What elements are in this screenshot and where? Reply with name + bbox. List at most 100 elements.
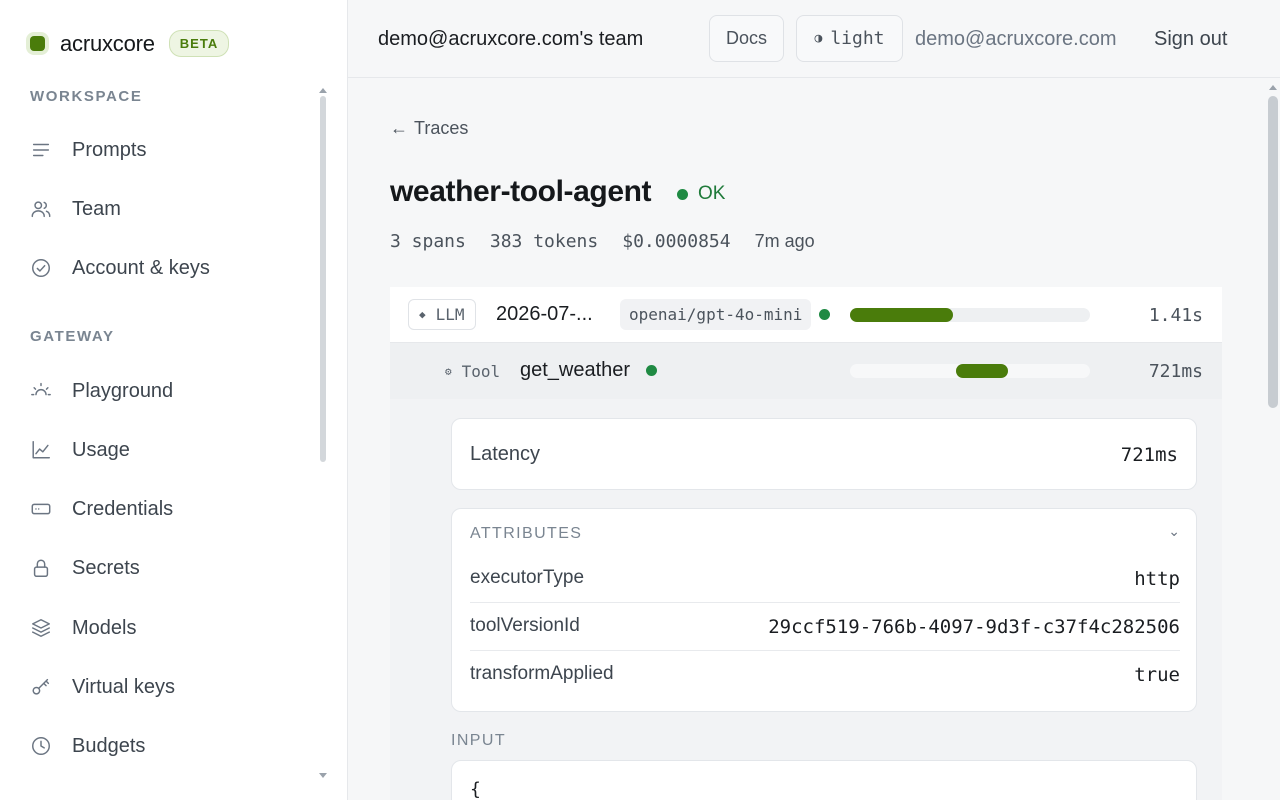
input-code-block: {	[451, 760, 1197, 800]
span-timeline-track	[850, 308, 1090, 322]
sidebar-scrollbar[interactable]	[320, 96, 326, 462]
team-name[interactable]: demo@acruxcore.com's team	[378, 28, 643, 51]
trace-detail: ← Traces weather-tool-agent OK 3 spans 3…	[348, 79, 1280, 800]
trace-meta: 3 spans 383 tokens $0.0000854 7m ago	[390, 231, 839, 252]
main-scroll-up-arrow[interactable]	[1269, 85, 1277, 90]
span-kind-label: Tool	[461, 362, 501, 381]
section-label-gateway: GATEWAY	[30, 328, 115, 345]
attribute-row: toolVersionId 29ccf519-766b-4097-9d3f-c3…	[470, 603, 1180, 651]
beta-badge: BETA	[168, 30, 230, 57]
status-badge: OK	[677, 183, 725, 205]
sidebar-item-usage[interactable]: Usage	[30, 428, 310, 472]
section-label-workspace: WORKSPACE	[30, 88, 143, 105]
brand-logo-icon	[30, 36, 45, 51]
theme-label: light	[830, 28, 885, 49]
attribute-value: http	[1134, 568, 1180, 590]
span-kind-label: LLM	[435, 305, 465, 324]
sidebar-item-label: Team	[72, 197, 121, 220]
theme-toggle-button[interactable]: ◑ light	[796, 15, 903, 62]
sun-icon	[31, 382, 51, 396]
sidebar-item-label: Models	[72, 616, 137, 639]
back-label: Traces	[414, 118, 469, 138]
attribute-key: executorType	[470, 567, 585, 588]
attribute-row: transformApplied true	[470, 651, 1180, 699]
main-scrollbar[interactable]	[1268, 96, 1278, 408]
span-kind-badge: ◆ LLM	[408, 299, 476, 330]
sidebar-item-label: Secrets	[72, 556, 140, 579]
clock-icon	[32, 737, 50, 755]
span-status-dot-icon	[646, 365, 657, 376]
model-chip: openai/gpt-4o-mini	[620, 299, 812, 330]
docs-button[interactable]: Docs	[709, 15, 784, 62]
span-name: get_weather	[520, 359, 631, 381]
latency-card: Latency 721ms	[451, 418, 1197, 490]
attribute-value: true	[1134, 664, 1180, 686]
sidebar: acruxcore BETA WORKSPACE Prompts Team Ac…	[0, 0, 348, 800]
span-duration: 1.41s	[1148, 305, 1203, 326]
latency-label: Latency	[470, 443, 541, 465]
brand[interactable]: acruxcore BETA	[30, 30, 230, 57]
span-timeline-track	[850, 364, 1090, 378]
span-duration: 721ms	[1148, 361, 1203, 382]
sidebar-item-playground[interactable]: Playground	[30, 369, 310, 413]
span-name: 2026-07-...	[496, 303, 593, 325]
sidebar-item-label: Credentials	[72, 497, 174, 520]
user-email: demo@acruxcore.com	[915, 28, 1117, 50]
topbar: demo@acruxcore.com's team Docs ◑ light d…	[348, 0, 1280, 78]
sidebar-item-virtual-keys[interactable]: Virtual keys	[30, 665, 310, 709]
span-timeline-bar	[850, 308, 954, 322]
chart-icon	[32, 441, 50, 459]
input-code: {	[470, 779, 481, 800]
sidebar-item-label: Virtual keys	[72, 675, 176, 698]
span-timeline-bar	[955, 364, 1009, 378]
latency-value: 721ms	[1120, 444, 1178, 466]
sidebar-item-credentials[interactable]: Credentials	[30, 487, 310, 531]
sidebar-item-label: Playground	[72, 379, 174, 402]
attributes-header: ATTRIBUTES	[470, 525, 583, 542]
card-icon	[31, 503, 51, 515]
gear-icon: ⚙	[445, 365, 452, 378]
span-row-selected[interactable]: ⚙ Tool get_weather 721ms	[390, 343, 1222, 399]
brand-name: acruxcore	[60, 30, 155, 56]
sidebar-scroll-up-arrow[interactable]	[319, 88, 327, 93]
attribute-row: executorType http	[470, 555, 1180, 603]
users-icon	[31, 201, 51, 218]
half-moon-icon: ◑	[814, 31, 823, 46]
input-section-label: INPUT	[451, 732, 506, 749]
arrow-left-icon: ←	[390, 118, 408, 138]
trace-cost: $0.0000854	[622, 231, 731, 252]
chevron-down-icon[interactable]: ⌄	[1168, 523, 1180, 540]
sidebar-item-label: Usage	[72, 438, 130, 461]
back-to-traces-link[interactable]: ← Traces	[390, 118, 468, 139]
lines-icon	[32, 143, 50, 157]
status-dot-icon	[677, 188, 688, 200]
layers-icon	[32, 619, 50, 637]
span-tree: ◆ LLM 2026-07-... openai/gpt-4o-mini 1.4…	[390, 287, 1222, 800]
attribute-value: 29ccf519-766b-4097-9d3f-c37f4c282506	[768, 616, 1180, 638]
sidebar-scroll-down-arrow[interactable]	[319, 773, 327, 778]
sidebar-item-account-keys[interactable]: Account & keys	[30, 246, 310, 290]
span-count: 3 spans	[390, 231, 466, 252]
sidebar-item-team[interactable]: Team	[30, 187, 310, 231]
sidebar-item-label: Prompts	[72, 138, 147, 161]
span-row[interactable]: ◆ LLM 2026-07-... openai/gpt-4o-mini 1.4…	[390, 287, 1222, 343]
page-title: weather-tool-agent	[390, 175, 652, 208]
diamond-icon: ◆	[419, 308, 426, 321]
sidebar-item-label: Account & keys	[72, 256, 210, 279]
lock-icon	[33, 559, 49, 577]
attributes-card: ATTRIBUTES ⌄ executorType http toolVersi…	[451, 508, 1197, 712]
status-label: OK	[698, 183, 726, 204]
trace-age: 7m ago	[754, 231, 815, 251]
sidebar-item-models[interactable]: Models	[30, 606, 310, 650]
sidebar-item-label: Budgets	[72, 734, 146, 757]
sign-out-button[interactable]: Sign out	[1154, 28, 1227, 51]
sidebar-item-secrets[interactable]: Secrets	[30, 546, 310, 590]
key-icon	[32, 678, 50, 695]
token-count: 383 tokens	[489, 231, 599, 252]
attribute-key: transformApplied	[470, 663, 614, 684]
attribute-key: toolVersionId	[470, 615, 580, 636]
sidebar-item-prompts[interactable]: Prompts	[30, 128, 310, 172]
check-circle-icon	[32, 259, 50, 277]
span-status-dot-icon	[819, 309, 830, 320]
sidebar-item-budgets[interactable]: Budgets	[30, 724, 310, 768]
